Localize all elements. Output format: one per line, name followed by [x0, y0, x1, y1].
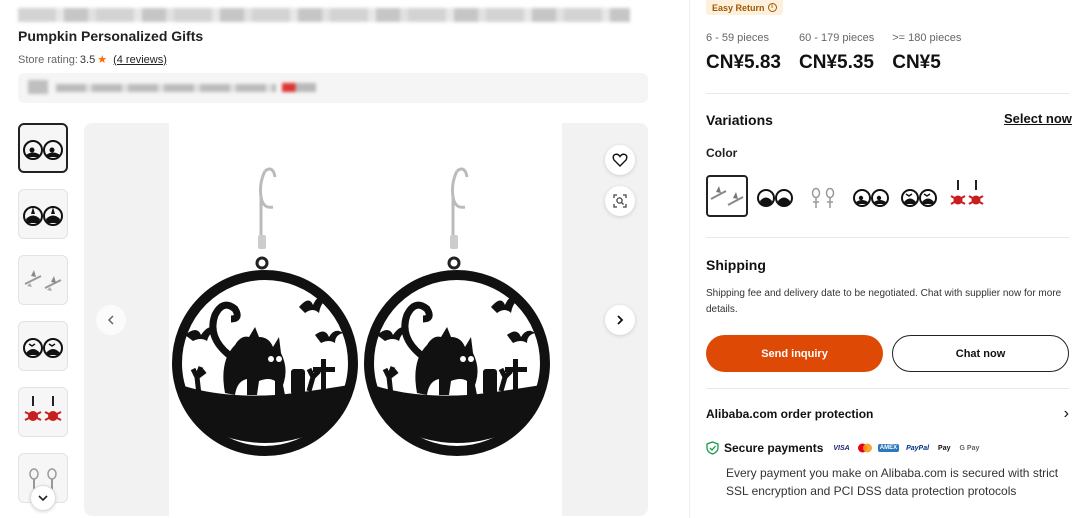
tier-price: CN¥5: [892, 52, 941, 73]
witch-broom-icon: [710, 186, 744, 206]
tier-quantity: >= 180 pieces: [892, 32, 962, 44]
color-option-cat-bats[interactable]: [898, 175, 940, 217]
order-protection-title: Alibaba.com order protection: [706, 407, 874, 421]
price-tiers: 6 - 59 pieces CN¥5.83 60 - 179 pieces CN…: [706, 32, 979, 74]
divider: [706, 93, 1069, 94]
order-protection-row[interactable]: Alibaba.com order protection ›: [706, 405, 1069, 423]
chevron-left-icon: [107, 315, 114, 325]
color-option-cat-graveyard[interactable]: [850, 175, 892, 217]
previous-image-button[interactable]: [96, 305, 126, 335]
witch-pumpkin-icon: [757, 189, 793, 207]
red-spider-thumb-icon: [24, 396, 62, 421]
blurred-supplier-bar: [18, 73, 648, 103]
star-icon: ★: [97, 54, 108, 66]
tier-price: CN¥5.35: [799, 52, 874, 73]
chevron-down-icon: [38, 495, 48, 502]
witch-pumpkin-thumb-icon: [23, 206, 63, 226]
next-image-button[interactable]: [605, 305, 635, 335]
easy-return-label: Easy Return: [712, 2, 765, 13]
price-tier: 6 - 59 pieces CN¥5.83: [706, 32, 781, 74]
image-search-button[interactable]: [605, 186, 635, 216]
variations-title: Variations: [706, 112, 773, 128]
color-option-witch-broom[interactable]: [706, 175, 748, 217]
skeleton-icon: [811, 187, 835, 208]
color-option-skeleton[interactable]: [802, 175, 844, 217]
secure-payments-description: Every payment you make on Alibaba.com is…: [726, 466, 1059, 498]
divider: [706, 237, 1069, 238]
thumbnail[interactable]: [18, 189, 68, 239]
store-rating: Store rating: 3.5 ★ (4 reviews): [18, 53, 167, 67]
color-variants: [706, 175, 988, 217]
thumbnail[interactable]: [18, 255, 68, 305]
favorite-button[interactable]: [605, 145, 635, 175]
info-icon: i: [767, 3, 777, 12]
reviews-link[interactable]: (4 reviews): [113, 54, 167, 66]
color-option-red-spider[interactable]: [946, 175, 988, 217]
google-pay-logo-icon: G Pay: [959, 444, 980, 452]
paypal-logo-icon: PayPal: [906, 444, 930, 452]
color-label: Color: [706, 146, 738, 160]
shield-check-icon: [706, 441, 719, 455]
chevron-right-icon: ›: [1063, 405, 1069, 422]
apple-pay-logo-icon: Pay: [938, 444, 951, 452]
select-now-link[interactable]: Select now: [1004, 111, 1072, 126]
store-name[interactable]: Pumpkin Personalized Gifts: [18, 28, 203, 44]
column-divider: [689, 0, 690, 518]
color-option-witch-pumpkin[interactable]: [754, 175, 796, 217]
divider: [706, 388, 1069, 389]
main-product-image: [84, 123, 648, 516]
store-rating-label: Store rating:: [18, 53, 78, 66]
thumbnails-scroll-down-button[interactable]: [30, 485, 56, 511]
product-photo: [169, 123, 562, 516]
easy-return-badge[interactable]: Easy Return i: [706, 0, 783, 15]
heart-icon: [612, 153, 628, 167]
chat-now-button[interactable]: Chat now: [892, 335, 1069, 372]
thumbnail[interactable]: [18, 321, 68, 371]
amex-logo-icon: AMEX: [877, 444, 900, 452]
tier-quantity: 60 - 179 pieces: [799, 32, 875, 44]
thumbnail[interactable]: [18, 387, 68, 437]
witch-broom-thumb-icon: [24, 270, 62, 291]
price-tier: 60 - 179 pieces CN¥5.35: [799, 32, 874, 74]
cat-bats-thumb-icon: [23, 338, 63, 358]
store-rating-value: 3.5: [79, 53, 96, 66]
thumbnail[interactable]: [18, 123, 68, 173]
send-inquiry-button[interactable]: Send inquiry: [706, 335, 883, 372]
thumbnail-list: [18, 123, 70, 518]
visa-logo-icon: VISA: [833, 444, 850, 452]
cat-graveyard-earrings-image: [169, 123, 562, 516]
cat-graveyard-icon: [853, 189, 889, 207]
tier-price: CN¥5.83: [706, 52, 781, 73]
tier-quantity: 6 - 59 pieces: [706, 32, 769, 44]
price-tier: >= 180 pieces CN¥5: [892, 32, 961, 74]
cat-graveyard-thumb-icon: [23, 140, 63, 160]
red-spider-icon: [950, 180, 984, 205]
image-search-icon: [613, 194, 627, 208]
shipping-text: Shipping fee and delivery date to be neg…: [706, 288, 1062, 315]
blurred-product-title: [18, 8, 630, 22]
mastercard-logo-icon: [857, 443, 873, 453]
secure-payments-row: Secure payments VISA AMEX PayPal Pay G P…: [706, 441, 981, 455]
secure-payments-title: Secure payments: [724, 441, 824, 455]
chevron-right-icon: [617, 315, 624, 325]
cat-bats-icon: [901, 189, 937, 207]
shipping-title: Shipping: [706, 257, 766, 273]
